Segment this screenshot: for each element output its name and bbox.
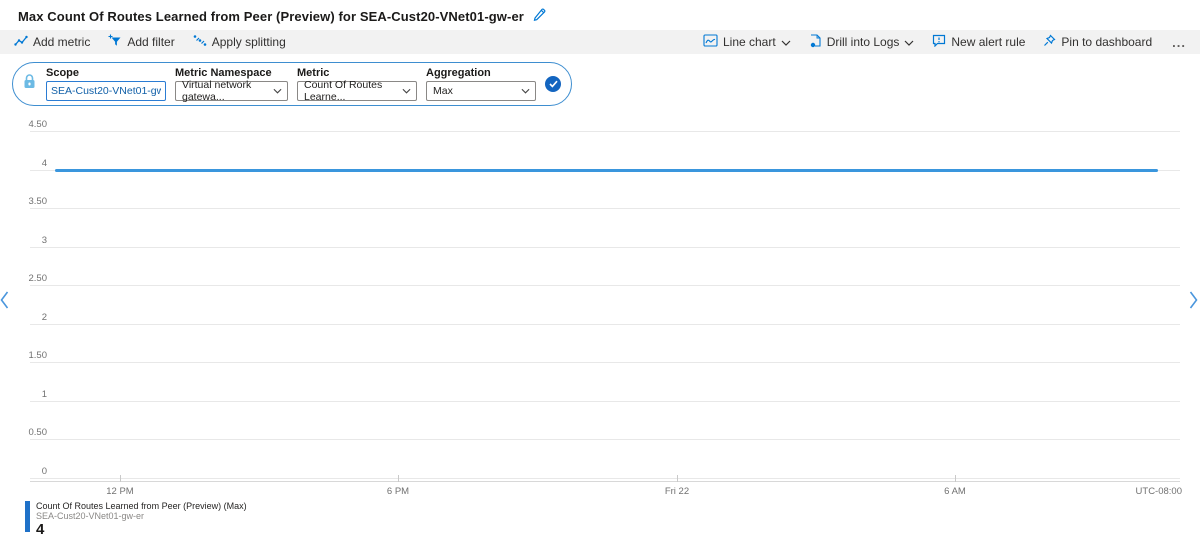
- y-axis-tick-label: 2.50: [28, 273, 48, 284]
- drill-logs-label: Drill into Logs: [826, 35, 900, 49]
- chart-header: Max Count Of Routes Learned from Peer (P…: [0, 0, 1200, 30]
- namespace-select[interactable]: Virtual network gatewa...: [175, 79, 288, 103]
- pencil-icon: [532, 7, 546, 26]
- scope-label: Scope: [46, 67, 80, 79]
- legend-resource-name: SEA-Cust20-VNet01-gw-er: [36, 511, 145, 521]
- time-forward-button[interactable]: [1189, 290, 1198, 315]
- chart-type-dropdown[interactable]: Line chart: [703, 34, 791, 50]
- y-axis-tick-label: 4: [41, 158, 47, 169]
- check-icon: [548, 75, 558, 93]
- chevron-down-icon: [521, 85, 530, 97]
- add-filter-icon: [108, 34, 122, 50]
- aggregation-field: Aggregation Max: [426, 67, 536, 101]
- gridline: [30, 478, 1180, 479]
- timezone-label: UTC-08:00: [1135, 486, 1182, 497]
- gridline: [30, 401, 1180, 402]
- line-chart-icon: [703, 34, 718, 50]
- gridline: [30, 362, 1180, 363]
- chevron-right-icon: [1189, 290, 1198, 315]
- gridline: [30, 285, 1180, 286]
- scope-field: Scope: [46, 67, 166, 101]
- gridline: [30, 131, 1180, 132]
- toolbar-right-group: Line chart Drill into Logs New alert rul…: [703, 33, 1188, 51]
- add-filter-button[interactable]: Add filter: [108, 34, 175, 50]
- x-axis-tickmark: [398, 475, 399, 482]
- lock-icon: [22, 73, 37, 95]
- pin-icon: [1043, 34, 1056, 50]
- apply-splitting-label: Apply splitting: [211, 35, 286, 49]
- gridline: [30, 208, 1180, 209]
- x-axis-tick-label: 12 PM: [106, 486, 134, 497]
- chart-type-label: Line chart: [722, 35, 776, 49]
- add-metric-label: Add metric: [33, 35, 91, 49]
- aggregation-select[interactable]: Max: [426, 81, 536, 101]
- pin-to-dashboard-label: Pin to dashboard: [1061, 35, 1153, 49]
- metric-label: Metric: [297, 67, 330, 79]
- metric-select[interactable]: Count Of Routes Learne...: [297, 79, 417, 103]
- legend-color-bar: [25, 501, 30, 532]
- drill-logs-icon: [809, 33, 822, 51]
- pin-to-dashboard-button[interactable]: Pin to dashboard: [1043, 34, 1152, 50]
- aggregation-value: Max: [433, 85, 453, 97]
- apply-splitting-icon: [193, 34, 207, 50]
- apply-splitting-button[interactable]: Apply splitting: [193, 34, 286, 50]
- x-axis-tickmark: [120, 475, 121, 482]
- metric-selector-bar: Scope Metric Namespace Virtual network g…: [12, 62, 572, 106]
- y-axis-tick-label: 1: [41, 389, 47, 400]
- y-axis-tick-label: 0.50: [28, 427, 48, 438]
- gridline: [30, 324, 1180, 325]
- chart-toolbar: Add metric Add filter Apply splitting Li…: [0, 30, 1200, 54]
- alert-rule-icon: [932, 34, 946, 50]
- toolbar-left-group: Add metric Add filter Apply splitting: [14, 34, 286, 50]
- x-axis-tickmark: [955, 475, 956, 482]
- namespace-value: Virtual network gatewa...: [182, 79, 252, 103]
- add-metric-icon: [14, 34, 28, 50]
- x-axis-tickmark: [677, 475, 678, 482]
- x-axis-tick-label: Fri 22: [664, 486, 690, 497]
- x-axis-line: [30, 481, 1180, 482]
- metric-field: Metric Count Of Routes Learne...: [297, 67, 417, 103]
- edit-title-button[interactable]: [532, 7, 546, 26]
- time-back-button[interactable]: [0, 290, 9, 315]
- legend-series-name: Count Of Routes Learned from Peer (Previ…: [36, 501, 247, 511]
- chart-plot-area[interactable]: 4.50 4 3.50 3 2.50 2 1.50 1 0.50 0 12 PM 6 PM Fri 22…: [0, 118, 1200, 498]
- y-axis-tick-label: 0: [41, 466, 47, 477]
- drill-into-logs-dropdown[interactable]: Drill into Logs: [809, 33, 915, 51]
- namespace-field: Metric Namespace Virtual network gatewa.…: [175, 67, 288, 103]
- page-title: Max Count Of Routes Learned from Peer (P…: [18, 8, 524, 24]
- legend-value: 4: [36, 521, 45, 538]
- namespace-label: Metric Namespace: [175, 67, 272, 79]
- scope-input[interactable]: [46, 81, 166, 101]
- chevron-down-icon: [273, 85, 282, 97]
- gridline: [30, 247, 1180, 248]
- chevron-down-icon: [904, 35, 914, 49]
- gridline: [30, 439, 1180, 440]
- chevron-down-icon: [781, 35, 791, 49]
- y-axis-tick-label: 3: [41, 235, 47, 246]
- legend-text: Count Of Routes Learned from Peer (Previ…: [36, 501, 247, 537]
- y-axis-tick-label: 1.50: [28, 350, 48, 361]
- metric-value: Count Of Routes Learne...: [304, 79, 383, 103]
- y-axis-tick-label: 2: [41, 312, 47, 323]
- y-axis-tick-label: 3.50: [28, 196, 48, 207]
- apply-metric-button[interactable]: [545, 76, 561, 92]
- chevron-left-icon: [0, 290, 9, 315]
- metric-series-line[interactable]: [55, 169, 1158, 172]
- add-filter-label: Add filter: [127, 35, 175, 49]
- x-axis-tick-label: 6 AM: [944, 486, 966, 497]
- add-metric-button[interactable]: Add metric: [14, 34, 90, 50]
- y-axis-tick-label: 4.50: [28, 119, 48, 130]
- aggregation-label: Aggregation: [426, 67, 491, 79]
- chevron-down-icon: [402, 85, 411, 97]
- legend-item[interactable]: Count Of Routes Learned from Peer (Previ…: [25, 501, 247, 537]
- more-options-button[interactable]: ...: [1170, 35, 1188, 50]
- new-alert-rule-label: New alert rule: [951, 35, 1026, 49]
- new-alert-rule-button[interactable]: New alert rule: [932, 34, 1025, 50]
- x-axis-tick-label: 6 PM: [386, 486, 410, 497]
